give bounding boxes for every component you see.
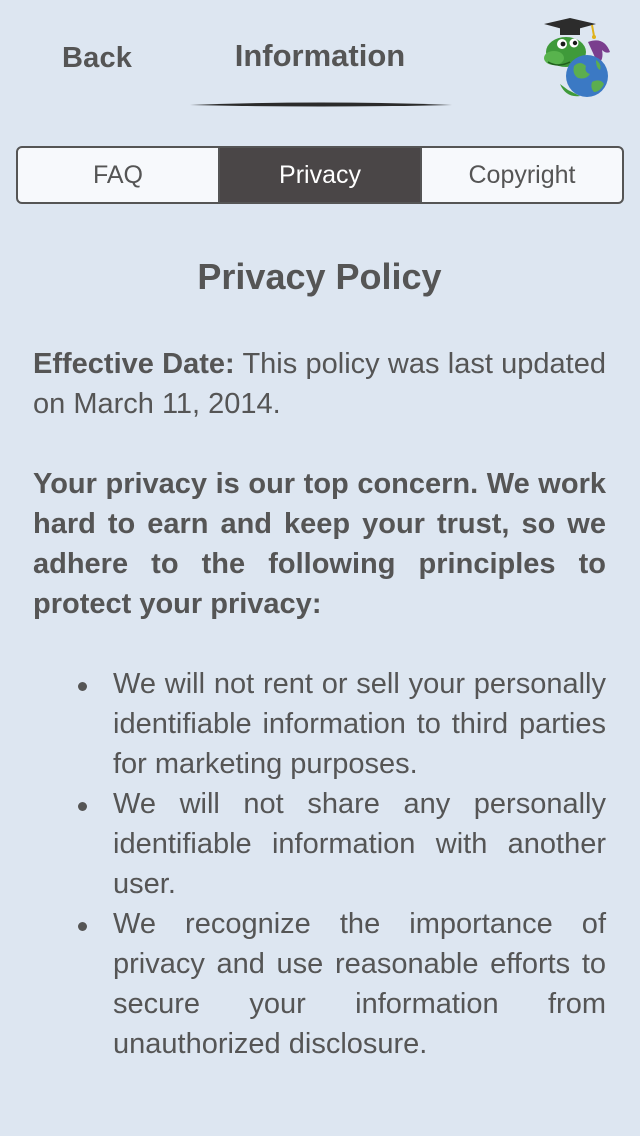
bullet-icon	[78, 922, 87, 931]
title-underline	[190, 102, 452, 107]
back-button[interactable]: Back	[62, 42, 132, 75]
principles-list: We will not rent or sell your personally…	[33, 664, 606, 1064]
list-item: We will not share any personally identif…	[78, 784, 606, 904]
principle-text: We will not share any personally identif…	[113, 788, 606, 900]
list-item: We recognize the importance of privacy a…	[78, 904, 606, 1064]
page-title: Information	[234, 38, 406, 73]
privacy-content: Privacy Policy Effective Date: This poli…	[33, 248, 606, 1064]
tab-copyright[interactable]: Copyright	[420, 148, 622, 202]
bullet-icon	[78, 802, 87, 811]
effective-date-paragraph: Effective Date: This policy was last upd…	[33, 344, 606, 424]
effective-date-label: Effective Date:	[33, 348, 235, 380]
principle-text: We will not rent or sell your personally…	[113, 668, 606, 780]
principle-text: We recognize the importance of privacy a…	[113, 908, 606, 1060]
bullet-icon	[78, 682, 87, 691]
tab-privacy[interactable]: Privacy	[218, 148, 420, 202]
dragon-logo-icon	[544, 18, 610, 97]
privacy-intro: Your privacy is our top concern. We work…	[33, 468, 606, 620]
privacy-heading: Privacy Policy	[197, 256, 442, 297]
list-item: We will not rent or sell your personally…	[78, 664, 606, 784]
tab-faq[interactable]: FAQ	[18, 148, 218, 202]
navigation-bar: Back Information	[0, 0, 640, 120]
info-segmented-control: FAQ Privacy Copyright	[16, 146, 624, 204]
